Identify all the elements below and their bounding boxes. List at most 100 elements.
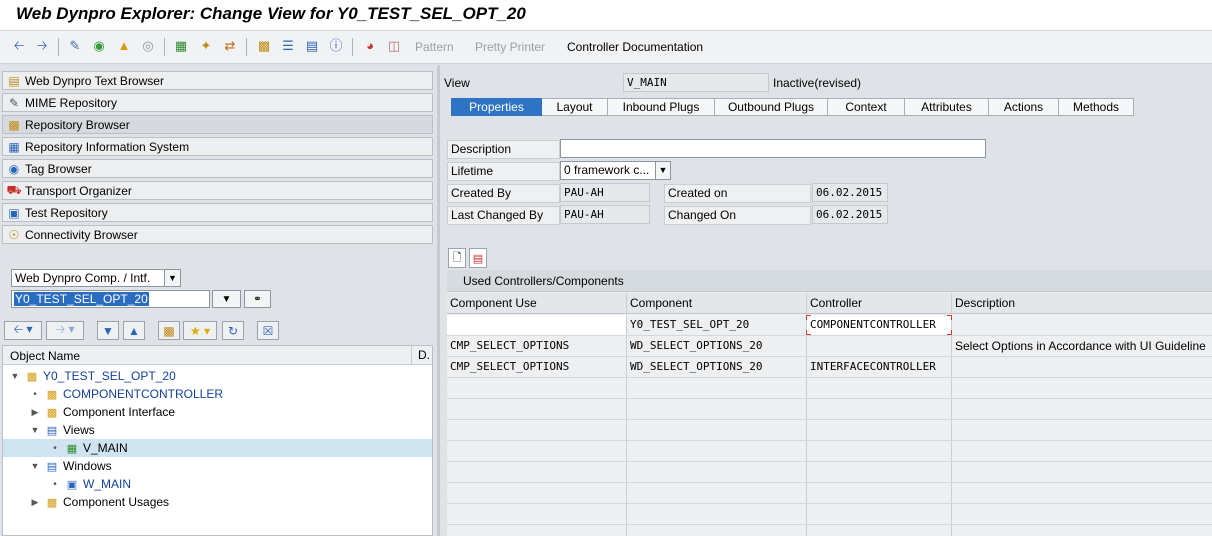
- mime-icon: ✎: [8, 95, 20, 110]
- chevron-down-icon[interactable]: ▼: [29, 425, 41, 435]
- tree-node-windows[interactable]: ▼ ▤ Windows: [3, 457, 432, 475]
- tab-methods[interactable]: Methods: [1059, 98, 1134, 116]
- forward-icon[interactable]: 🡢: [34, 38, 50, 54]
- nav-test-repository[interactable]: ▣ Test Repository: [2, 203, 433, 222]
- tree-forward-button[interactable]: 🡢 ▾: [46, 321, 84, 340]
- cell-component-use: CMP_SELECT_OPTIONS: [447, 336, 627, 356]
- tree-node-componentcontroller[interactable]: • ▩ COMPONENTCONTROLLER: [3, 385, 432, 403]
- tree-node-component-usages[interactable]: ▶ ▩ Component Usages: [3, 493, 432, 511]
- back-icon[interactable]: 🡠: [11, 38, 27, 54]
- object-name-column-header[interactable]: Object Name: [10, 349, 80, 363]
- collapse-all-icon[interactable]: ▲: [123, 321, 145, 340]
- nav-transport-organizer[interactable]: ⛟ Transport Organizer: [2, 181, 433, 200]
- column-component[interactable]: Component: [627, 293, 807, 313]
- nav-repository-browser[interactable]: ▩ Repository Browser: [2, 115, 433, 134]
- display-change-icon[interactable]: ✎: [67, 38, 83, 54]
- nav-connectivity-browser[interactable]: ☉ Connectivity Browser: [2, 225, 433, 244]
- cell-controller[interactable]: COMPONENTCONTROLLER: [807, 315, 952, 335]
- chevron-down-icon[interactable]: ▼: [655, 162, 670, 179]
- title-bar: Web Dynpro Explorer: Change View for Y0_…: [0, 0, 1212, 31]
- tree-back-button[interactable]: 🡠 ▾: [4, 321, 42, 340]
- navigation-panel: ▤ Web Dynpro Text Browser ✎ MIME Reposit…: [0, 65, 437, 536]
- tree-node-v-main[interactable]: • ▦ V_MAIN: [3, 439, 432, 457]
- created-on-label: Created on: [664, 184, 811, 203]
- description-label: Description: [447, 140, 560, 159]
- empty-row: [447, 378, 1212, 399]
- nav-repository-info-system[interactable]: ▦ Repository Information System: [2, 137, 433, 156]
- usage-icon: ▩: [46, 496, 58, 509]
- tab-outbound-plugs[interactable]: Outbound Plugs: [715, 98, 828, 116]
- wizard-icon[interactable]: ✦: [198, 38, 214, 54]
- tab-attributes[interactable]: Attributes: [905, 98, 989, 116]
- align-icon[interactable]: ☰: [280, 38, 296, 54]
- view-icon: ▦: [66, 442, 78, 455]
- new-row-icon[interactable]: 🗋: [448, 248, 466, 268]
- tab-properties[interactable]: Properties: [451, 98, 542, 116]
- chevron-down-icon[interactable]: ▼: [29, 461, 41, 471]
- repository-icon: ▩: [8, 117, 20, 132]
- window-title: Web Dynpro Explorer: Change View for Y0_…: [16, 4, 526, 23]
- chevron-right-icon[interactable]: ▶: [29, 407, 41, 418]
- pie-chart-icon[interactable]: ◕: [362, 38, 378, 54]
- refresh-icon[interactable]: ↻: [222, 321, 244, 340]
- structure-icon[interactable]: ▩: [256, 38, 272, 54]
- window-icon: ▣: [66, 478, 78, 491]
- interface-icon: ▩: [46, 406, 58, 419]
- tree-node-views[interactable]: ▼ ▤ Views: [3, 421, 432, 439]
- pretty-printer-button[interactable]: Pretty Printer: [475, 40, 545, 54]
- object-type-select[interactable]: Web Dynpro Comp. / Intf. ▼: [11, 269, 181, 287]
- check-icon[interactable]: ◉: [91, 38, 107, 54]
- lifetime-select[interactable]: 0 framework c... ▼: [560, 161, 671, 180]
- description-input[interactable]: [560, 139, 986, 158]
- delete-row-icon[interactable]: ▤: [469, 248, 487, 268]
- nav-text-browser[interactable]: ▤ Web Dynpro Text Browser: [2, 71, 433, 90]
- activate-icon[interactable]: ▲: [116, 38, 132, 54]
- column-description[interactable]: Description: [952, 293, 1212, 313]
- pattern-icon[interactable]: ◫: [386, 38, 402, 54]
- description-column-header[interactable]: D.: [411, 346, 430, 364]
- pattern-button[interactable]: Pattern: [415, 40, 454, 54]
- empty-row: [447, 504, 1212, 525]
- created-by-label: Created By: [447, 184, 560, 203]
- tab-layout[interactable]: Layout: [542, 98, 608, 116]
- table-row[interactable]: CMP_SELECT_OPTIONS WD_SELECT_OPTIONS_20 …: [447, 357, 1212, 378]
- tab-actions[interactable]: Actions: [989, 98, 1059, 116]
- empty-row: [447, 525, 1212, 536]
- tree-node-component[interactable]: ▼ ▩ Y0_TEST_SEL_OPT_20: [3, 367, 432, 385]
- expand-all-icon[interactable]: ▼: [97, 321, 119, 340]
- tab-inbound-plugs[interactable]: Inbound Plugs: [608, 98, 715, 116]
- table-row[interactable]: Y0_TEST_SEL_OPT_20 COMPONENTCONTROLLER: [447, 315, 1212, 336]
- chevron-down-icon[interactable]: ▼: [164, 270, 180, 286]
- nav-tag-browser[interactable]: ◉ Tag Browser: [2, 159, 433, 178]
- close-icon[interactable]: ☒: [257, 321, 279, 340]
- tab-context[interactable]: Context: [828, 98, 905, 116]
- info-icon[interactable]: ⓘ: [328, 38, 344, 54]
- created-by-field: PAU-AH: [560, 183, 650, 202]
- application-toolbar: 🡠 🡢 ✎ ◉ ▲ ◎ ▦ ✦ ⇄ ▩ ☰ ▤ ⓘ ◕ ◫ Pattern Pr…: [0, 31, 1212, 64]
- cell-component-use[interactable]: [447, 315, 627, 335]
- cell-controller: INTERFACECONTROLLER: [807, 357, 952, 377]
- nav-mime-repository[interactable]: ✎ MIME Repository: [2, 93, 433, 112]
- object-name-input[interactable]: Y0_TEST_SEL_OPT_20: [11, 290, 210, 308]
- controller-documentation-button[interactable]: Controller Documentation: [567, 40, 703, 54]
- navigate-icon[interactable]: ⇄: [222, 38, 238, 54]
- controller-icon: ▩: [46, 388, 58, 401]
- object-dropdown-button[interactable]: ▼: [212, 290, 241, 308]
- tree-node-component-interface[interactable]: ▶ ▩ Component Interface: [3, 403, 432, 421]
- chevron-right-icon[interactable]: ▶: [29, 497, 41, 508]
- tree-node-w-main[interactable]: • ▣ W_MAIN: [3, 475, 432, 493]
- display-glasses-button[interactable]: ⚭: [244, 290, 271, 308]
- table-title: Used Controllers/Components: [447, 270, 1212, 292]
- layout-icon[interactable]: ▤: [304, 38, 320, 54]
- table-row[interactable]: CMP_SELECT_OPTIONS WD_SELECT_OPTIONS_20 …: [447, 336, 1212, 357]
- favorites-icon[interactable]: ★ ▾: [183, 321, 217, 340]
- hierarchy-icon[interactable]: ▦: [173, 38, 189, 54]
- chevron-down-icon[interactable]: ▼: [9, 371, 21, 381]
- lifetime-label: Lifetime: [447, 162, 560, 181]
- cell-description: [952, 315, 1212, 335]
- column-controller[interactable]: Controller: [807, 293, 952, 313]
- test-icon[interactable]: ◎: [140, 38, 156, 54]
- hierarchy-icon[interactable]: ▩: [158, 321, 180, 340]
- column-component-use[interactable]: Component Use: [447, 293, 627, 313]
- empty-row: [447, 420, 1212, 441]
